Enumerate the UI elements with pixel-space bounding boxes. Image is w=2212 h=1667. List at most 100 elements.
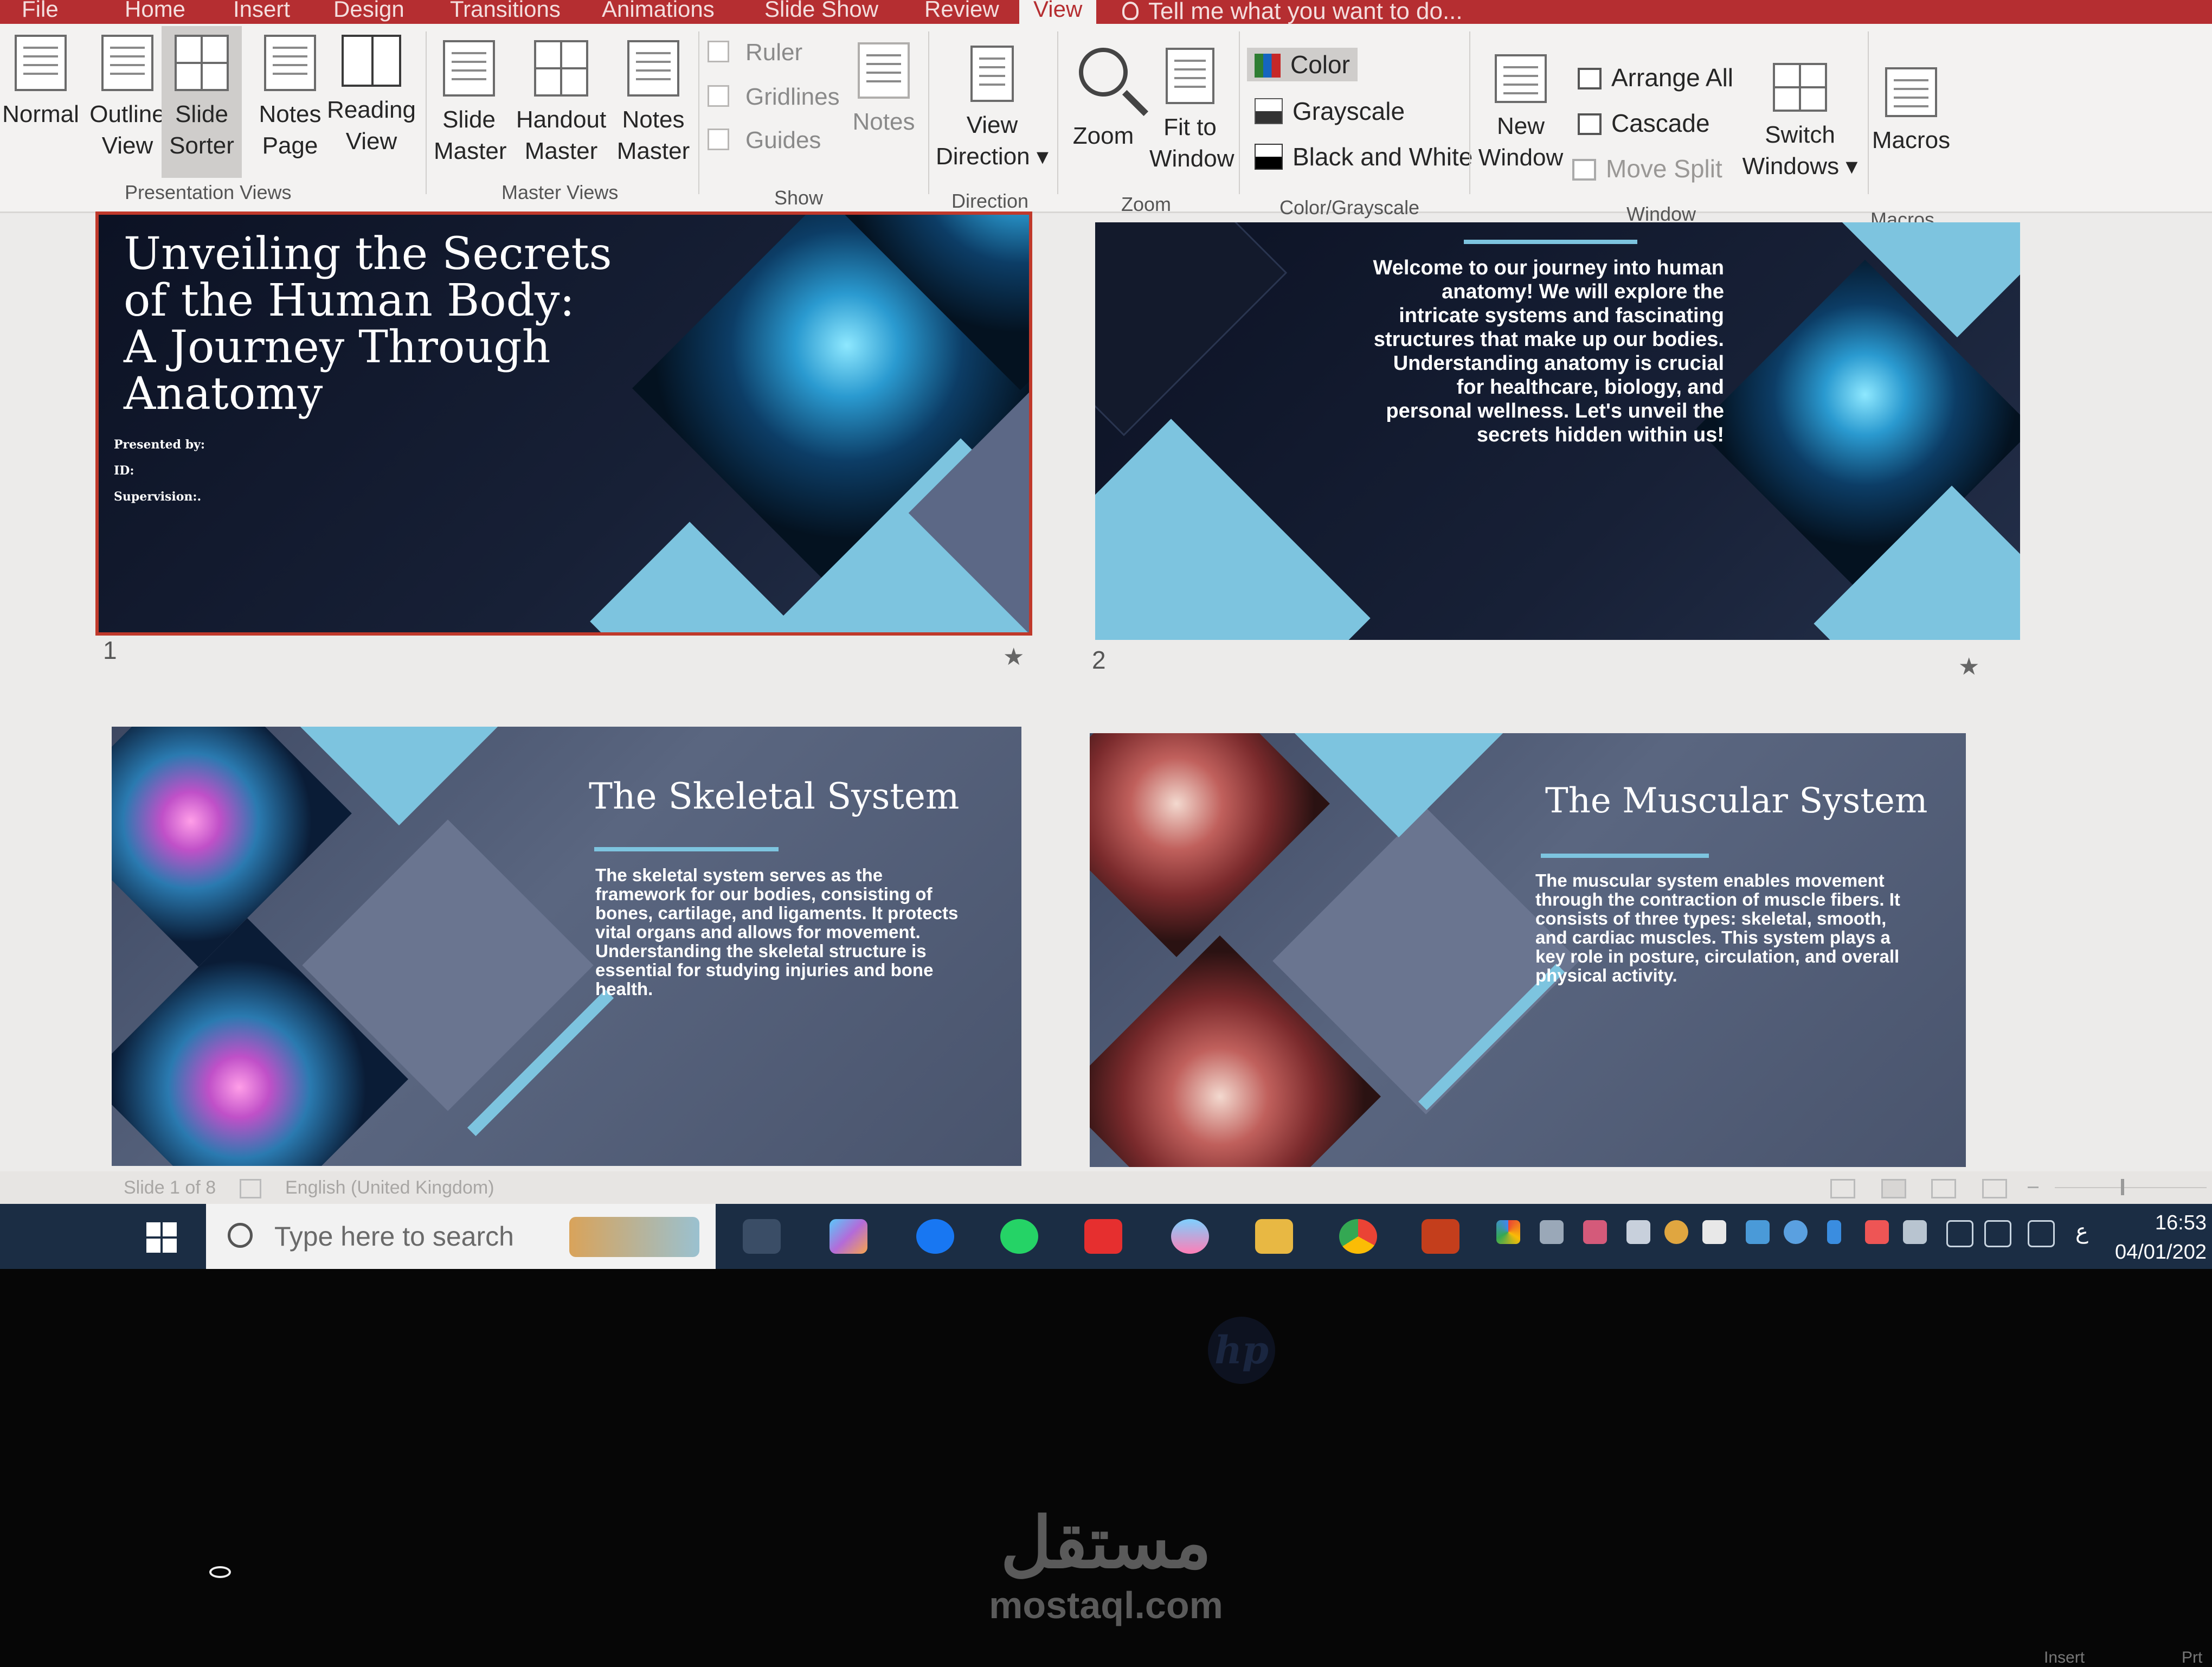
slide-master-button[interactable]: Slide Master [434, 40, 506, 167]
notes-page-icon [264, 35, 316, 91]
tab-file[interactable]: File [22, 0, 59, 24]
app-drop-icon[interactable] [1171, 1219, 1209, 1254]
tray-app-icon[interactable] [1583, 1220, 1607, 1244]
tray-app-icon[interactable] [2028, 1220, 2055, 1247]
zoom-slider-thumb[interactable] [2121, 1179, 2124, 1195]
switch-windows-button[interactable]: Switch Windows ▾ [1735, 63, 1865, 182]
search-placeholder: Type here to search [274, 1221, 514, 1252]
zoom-out-icon[interactable] [2028, 1187, 2039, 1188]
tell-me-box[interactable]: Tell me what you want to do... [1122, 0, 1463, 26]
tab-home[interactable]: Home [125, 0, 185, 24]
notes-master-button[interactable]: Notes Master [613, 40, 694, 167]
cascade-icon [1578, 113, 1602, 135]
task-view-icon[interactable] [743, 1219, 781, 1254]
move-split-label: Move Split [1606, 155, 1722, 183]
copilot-icon[interactable] [829, 1219, 867, 1254]
ribbon-view: Normal Outline View Slide Sorter Notes P… [0, 24, 2212, 230]
speaker-icon[interactable] [1984, 1220, 2011, 1247]
move-split-button[interactable]: Move Split [1572, 154, 1722, 183]
notes-master-icon [627, 40, 679, 97]
youtube-icon[interactable] [1084, 1219, 1122, 1254]
zoom-button[interactable]: Zoom [1063, 48, 1144, 152]
zoom-slider[interactable] [2055, 1187, 2207, 1188]
outline-label-1: Outline [89, 101, 165, 127]
chrome-icon[interactable] [1339, 1219, 1377, 1254]
reading-view-icon[interactable] [1931, 1179, 1956, 1198]
tray-app-icon[interactable] [1664, 1220, 1688, 1244]
windows-start-icon[interactable] [146, 1222, 177, 1253]
ruler-checkbox[interactable]: Ruler [708, 39, 802, 66]
slide-3-body: The skeletal system serves as the framewo… [595, 865, 959, 999]
tab-view[interactable]: View [1019, 0, 1097, 24]
powerpoint-icon[interactable] [1422, 1219, 1459, 1254]
tray-app-icon[interactable] [1746, 1220, 1770, 1244]
tab-transitions[interactable]: Transitions [450, 0, 561, 24]
slide-sorter-icon[interactable] [1881, 1179, 1906, 1198]
slide-sorter-button[interactable]: Slide Sorter [162, 26, 242, 178]
normal-view-icon[interactable] [1830, 1179, 1855, 1198]
taskbar-search[interactable]: Type here to search [206, 1204, 716, 1269]
macros-button[interactable]: Macros [1870, 67, 1952, 156]
tab-review[interactable]: Review [924, 0, 999, 24]
fit-to-window-button[interactable]: Fit to Window [1149, 48, 1234, 175]
color-button[interactable]: Color [1247, 48, 1358, 81]
cascade-button[interactable]: Cascade [1578, 108, 1710, 138]
wifi-icon[interactable] [1946, 1220, 1973, 1247]
ribbon-separator [1868, 31, 1869, 194]
notes-button[interactable]: Notes [846, 42, 922, 138]
slide-thumbnail-2[interactable]: Welcome to our journey into human anatomy… [1095, 222, 2020, 640]
file-explorer-icon[interactable] [1255, 1219, 1293, 1254]
handout-master-button[interactable]: Handout Master [510, 40, 613, 167]
guides-label: Guides [745, 127, 821, 153]
view-direction-button[interactable]: View Direction ▾ [933, 46, 1052, 172]
battery-icon[interactable] [1903, 1220, 1927, 1244]
new-window-label-1: New [1496, 113, 1545, 139]
whatsapp-icon[interactable] [1000, 1219, 1038, 1254]
normal-view-button[interactable]: Normal [0, 35, 81, 130]
gridlines-checkbox[interactable]: Gridlines [708, 84, 840, 111]
handout-label-1: Handout [516, 106, 607, 133]
gridlines-label: Gridlines [745, 84, 840, 110]
notes-icon[interactable] [240, 1179, 261, 1198]
hp-icon[interactable] [1784, 1220, 1808, 1244]
ribbon-separator [1057, 31, 1058, 194]
slide-4-body: The muscular system enables movement thro… [1535, 870, 1900, 985]
reading-label-2: View [345, 128, 397, 155]
accent-bar [594, 847, 779, 851]
security-shield-icon[interactable] [1702, 1220, 1726, 1244]
taskbar-clock[interactable]: 16:53 04/01/202 [2115, 1208, 2207, 1267]
guides-checkbox[interactable]: Guides [708, 127, 821, 154]
tab-insert[interactable]: Insert [233, 0, 290, 24]
tab-design[interactable]: Design [333, 0, 404, 24]
slide-thumbnail-1[interactable]: Unveiling the Secrets of the Human Body: A… [95, 211, 1032, 636]
notes-page-button[interactable]: Notes Page [249, 35, 331, 162]
outline-view-button[interactable]: Outline View [87, 35, 168, 162]
slide-thumbnail-3[interactable]: The Skeletal System The skeletal system … [112, 727, 1021, 1166]
arrange-all-button[interactable]: Arrange All [1578, 63, 1733, 92]
slide-1-fields: Presented by: ID: Supervision:. [114, 438, 205, 504]
key-insert: Insert [2044, 1649, 2085, 1666]
onedrive-icon[interactable] [1540, 1220, 1564, 1244]
arrange-label: Arrange All [1611, 63, 1734, 92]
language-status[interactable]: English (United Kingdom) [285, 1171, 494, 1204]
tab-animations[interactable]: Animations [602, 0, 715, 24]
tray-up-icon[interactable] [1865, 1220, 1889, 1244]
slide-thumbnail-4[interactable]: The Muscular System The muscular system … [1090, 733, 1966, 1167]
bluetooth-icon[interactable] [1827, 1220, 1841, 1244]
black-white-icon [1255, 144, 1283, 170]
reading-view-icon [342, 35, 401, 87]
group-show: Show [774, 187, 824, 209]
black-white-button[interactable]: Black and White [1255, 142, 1472, 171]
tray-app-icon[interactable] [1496, 1220, 1520, 1244]
facebook-icon[interactable] [916, 1219, 954, 1254]
accent-bar [1464, 240, 1637, 244]
reading-view-button[interactable]: Reading View [325, 35, 417, 157]
search-icon [228, 1223, 253, 1248]
decor-diamond [590, 522, 789, 632]
new-window-button[interactable]: New Window [1472, 54, 1570, 174]
tray-display-icon[interactable] [1626, 1220, 1650, 1244]
grayscale-button[interactable]: Grayscale [1255, 97, 1405, 126]
input-language[interactable]: ع [2075, 1219, 2088, 1244]
slideshow-icon[interactable] [1982, 1179, 2007, 1198]
tab-slide-show[interactable]: Slide Show [764, 0, 878, 24]
